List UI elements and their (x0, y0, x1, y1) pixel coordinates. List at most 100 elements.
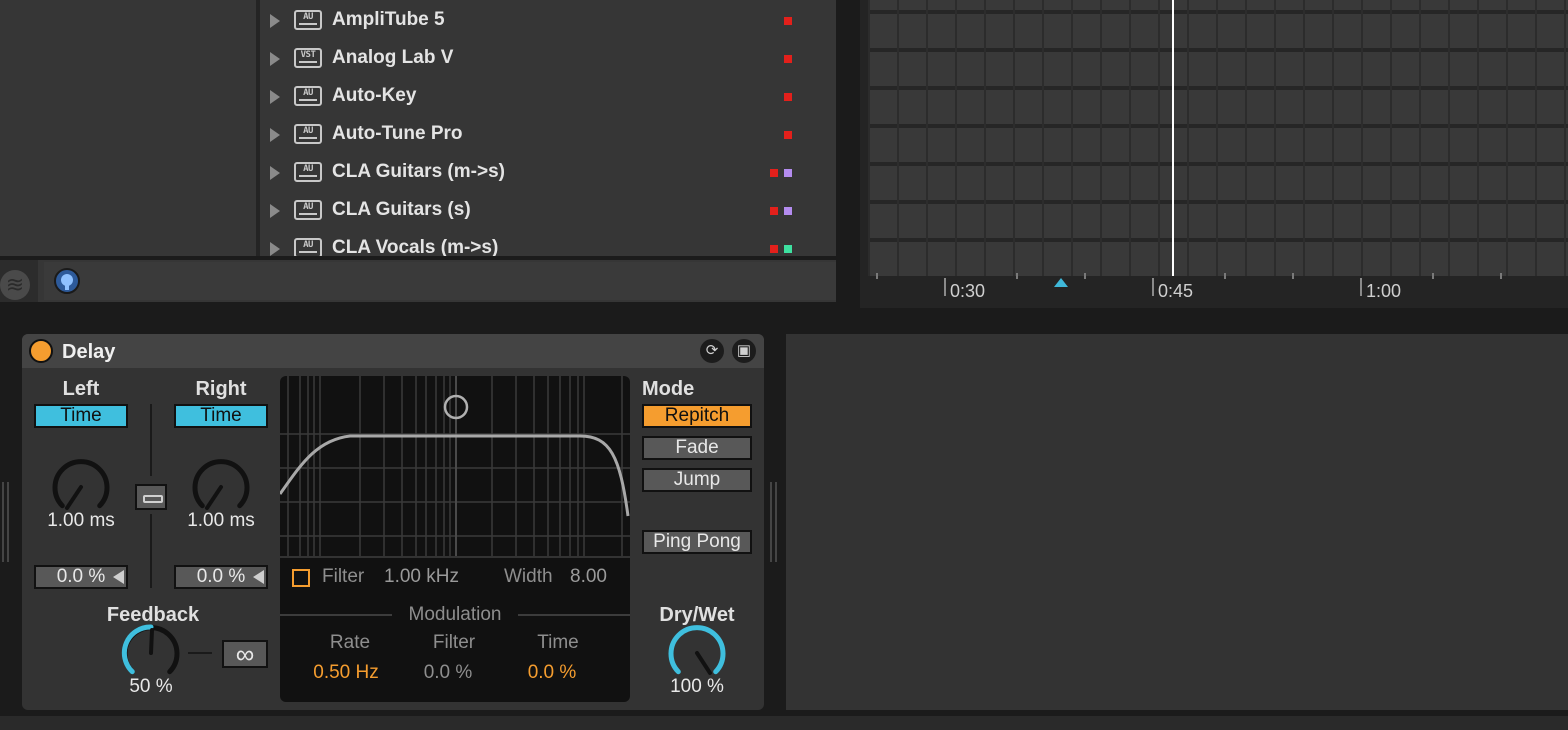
plugin-name: CLA Guitars (s) (332, 199, 471, 220)
ruler-tick (1360, 278, 1362, 296)
color-tag (770, 207, 778, 215)
plugin-name: CLA Guitars (m->s) (332, 161, 505, 182)
offset-arrow-icon (253, 570, 264, 584)
list-item[interactable]: AU AmpliTube 5 (260, 2, 836, 40)
browser-sidebar (0, 0, 256, 256)
filter-enable-checkbox[interactable] (292, 569, 310, 587)
list-item[interactable]: AU CLA Vocals (m->s) (260, 230, 836, 256)
color-tag (784, 17, 792, 25)
device-chain-empty-area[interactable] (786, 334, 1568, 710)
left-time-value: 1.00 ms (47, 510, 115, 531)
playhead (1172, 0, 1174, 276)
left-offset-field[interactable]: 0.0 % (34, 565, 128, 589)
color-tag (784, 245, 792, 253)
expand-arrow-icon[interactable] (270, 14, 280, 28)
mode-repitch-button[interactable]: Repitch (642, 404, 752, 428)
left-time-mode-button[interactable]: Time (34, 404, 128, 428)
right-offset-field[interactable]: 0.0 % (174, 565, 268, 589)
drag-grip-right[interactable] (770, 482, 780, 562)
color-tag (770, 169, 778, 177)
link-line (150, 404, 152, 476)
ruler-tick (944, 278, 946, 296)
mode-jump-button[interactable]: Jump (642, 468, 752, 492)
color-tag (784, 55, 792, 63)
ruler-label: 1:00 (1366, 281, 1402, 301)
right-offset-value: 0.0 % (196, 566, 246, 587)
plugin-name: CLA Vocals (m->s) (332, 237, 499, 256)
plugin-name: AmpliTube 5 (332, 9, 445, 30)
ruler-tick (1152, 278, 1154, 296)
plugin-format-icon: AU (294, 200, 322, 220)
plugin-format-icon: AU (294, 238, 322, 256)
drag-grip-left[interactable] (2, 482, 12, 562)
right-label: Right (195, 378, 247, 400)
save-preset-icon[interactable]: ▣ (732, 339, 756, 363)
freeze-connector (188, 652, 212, 654)
filter-frequency[interactable]: 1.00 kHz (384, 566, 459, 588)
plugin-format-icon: AU (294, 162, 322, 182)
color-tag (770, 245, 778, 253)
expand-arrow-icon[interactable] (270, 242, 280, 256)
left-offset-value: 0.0 % (56, 566, 106, 587)
plugin-format-icon: AU (294, 86, 322, 106)
feedback-value: 50 % (129, 676, 173, 697)
ping-pong-button[interactable]: Ping Pong (642, 530, 752, 554)
color-tag (784, 93, 792, 101)
left-time-knob[interactable] (50, 456, 112, 518)
plugin-name: Analog Lab V (332, 47, 454, 68)
dry-wet-knob[interactable] (666, 622, 728, 684)
filter-response-graph[interactable] (280, 376, 630, 556)
plugin-format-icon: VST (294, 48, 322, 68)
feedback-knob[interactable] (120, 622, 182, 684)
plugin-name: Auto-Key (332, 85, 417, 106)
device-title: Delay (62, 341, 116, 363)
device-header[interactable] (22, 334, 764, 368)
mod-filter-value[interactable]: 0.0 % (408, 662, 488, 684)
offset-arrow-icon (113, 570, 124, 584)
waves-icon[interactable]: ≋ (0, 270, 30, 300)
link-icon (143, 495, 163, 503)
list-item[interactable]: AU Auto-Tune Pro (260, 116, 836, 154)
mod-rate-label: Rate (329, 632, 371, 653)
mod-rate-value[interactable]: 0.50 Hz (300, 662, 392, 684)
modulation-title: Modulation (408, 604, 502, 625)
right-time-mode-button[interactable]: Time (174, 404, 268, 428)
arrangement-grid[interactable] (868, 0, 1568, 276)
modulation-divider (280, 614, 392, 616)
expand-arrow-icon[interactable] (270, 90, 280, 104)
mod-time-label: Time (537, 632, 579, 653)
color-tag (784, 169, 792, 177)
list-item[interactable]: AU CLA Guitars (s) (260, 192, 836, 230)
device-power-button[interactable] (29, 339, 53, 363)
filter-label: Filter (322, 566, 365, 587)
right-time-knob[interactable] (190, 456, 252, 518)
ruler-label: 0:30 (950, 281, 986, 301)
list-item[interactable]: VST Analog Lab V (260, 40, 836, 78)
ruler-label: 0:45 (1158, 281, 1194, 301)
plugin-format-icon: AU (294, 10, 322, 30)
loop-marker-icon[interactable] (1054, 278, 1068, 287)
status-bar (0, 716, 1568, 730)
plugin-list: AU AmpliTube 5 VST Analog Lab V AU Auto-… (260, 0, 836, 256)
expand-arrow-icon[interactable] (270, 52, 280, 66)
dry-wet-value: 100 % (670, 676, 724, 697)
mod-time-value[interactable]: 0.0 % (512, 662, 592, 684)
link-line (150, 514, 152, 588)
hot-swap-icon[interactable] (54, 268, 80, 294)
stereo-link-button[interactable] (135, 484, 167, 510)
filter-separator (280, 556, 630, 558)
width-value[interactable]: 8.00 (570, 566, 607, 588)
expand-arrow-icon[interactable] (270, 204, 280, 218)
width-label: Width (504, 566, 553, 587)
expand-arrow-icon[interactable] (270, 128, 280, 142)
expand-arrow-icon[interactable] (270, 166, 280, 180)
list-item[interactable]: AU CLA Guitars (m->s) (260, 154, 836, 192)
modulation-divider (518, 614, 630, 616)
plugin-format-icon: AU (294, 124, 322, 144)
list-item[interactable]: AU Auto-Key (260, 78, 836, 116)
hot-swap-icon[interactable]: ⟳ (700, 339, 724, 363)
color-tag (784, 207, 792, 215)
freeze-button[interactable]: ∞ (222, 640, 268, 668)
mode-fade-button[interactable]: Fade (642, 436, 752, 460)
mod-filter-label: Filter (432, 632, 476, 653)
